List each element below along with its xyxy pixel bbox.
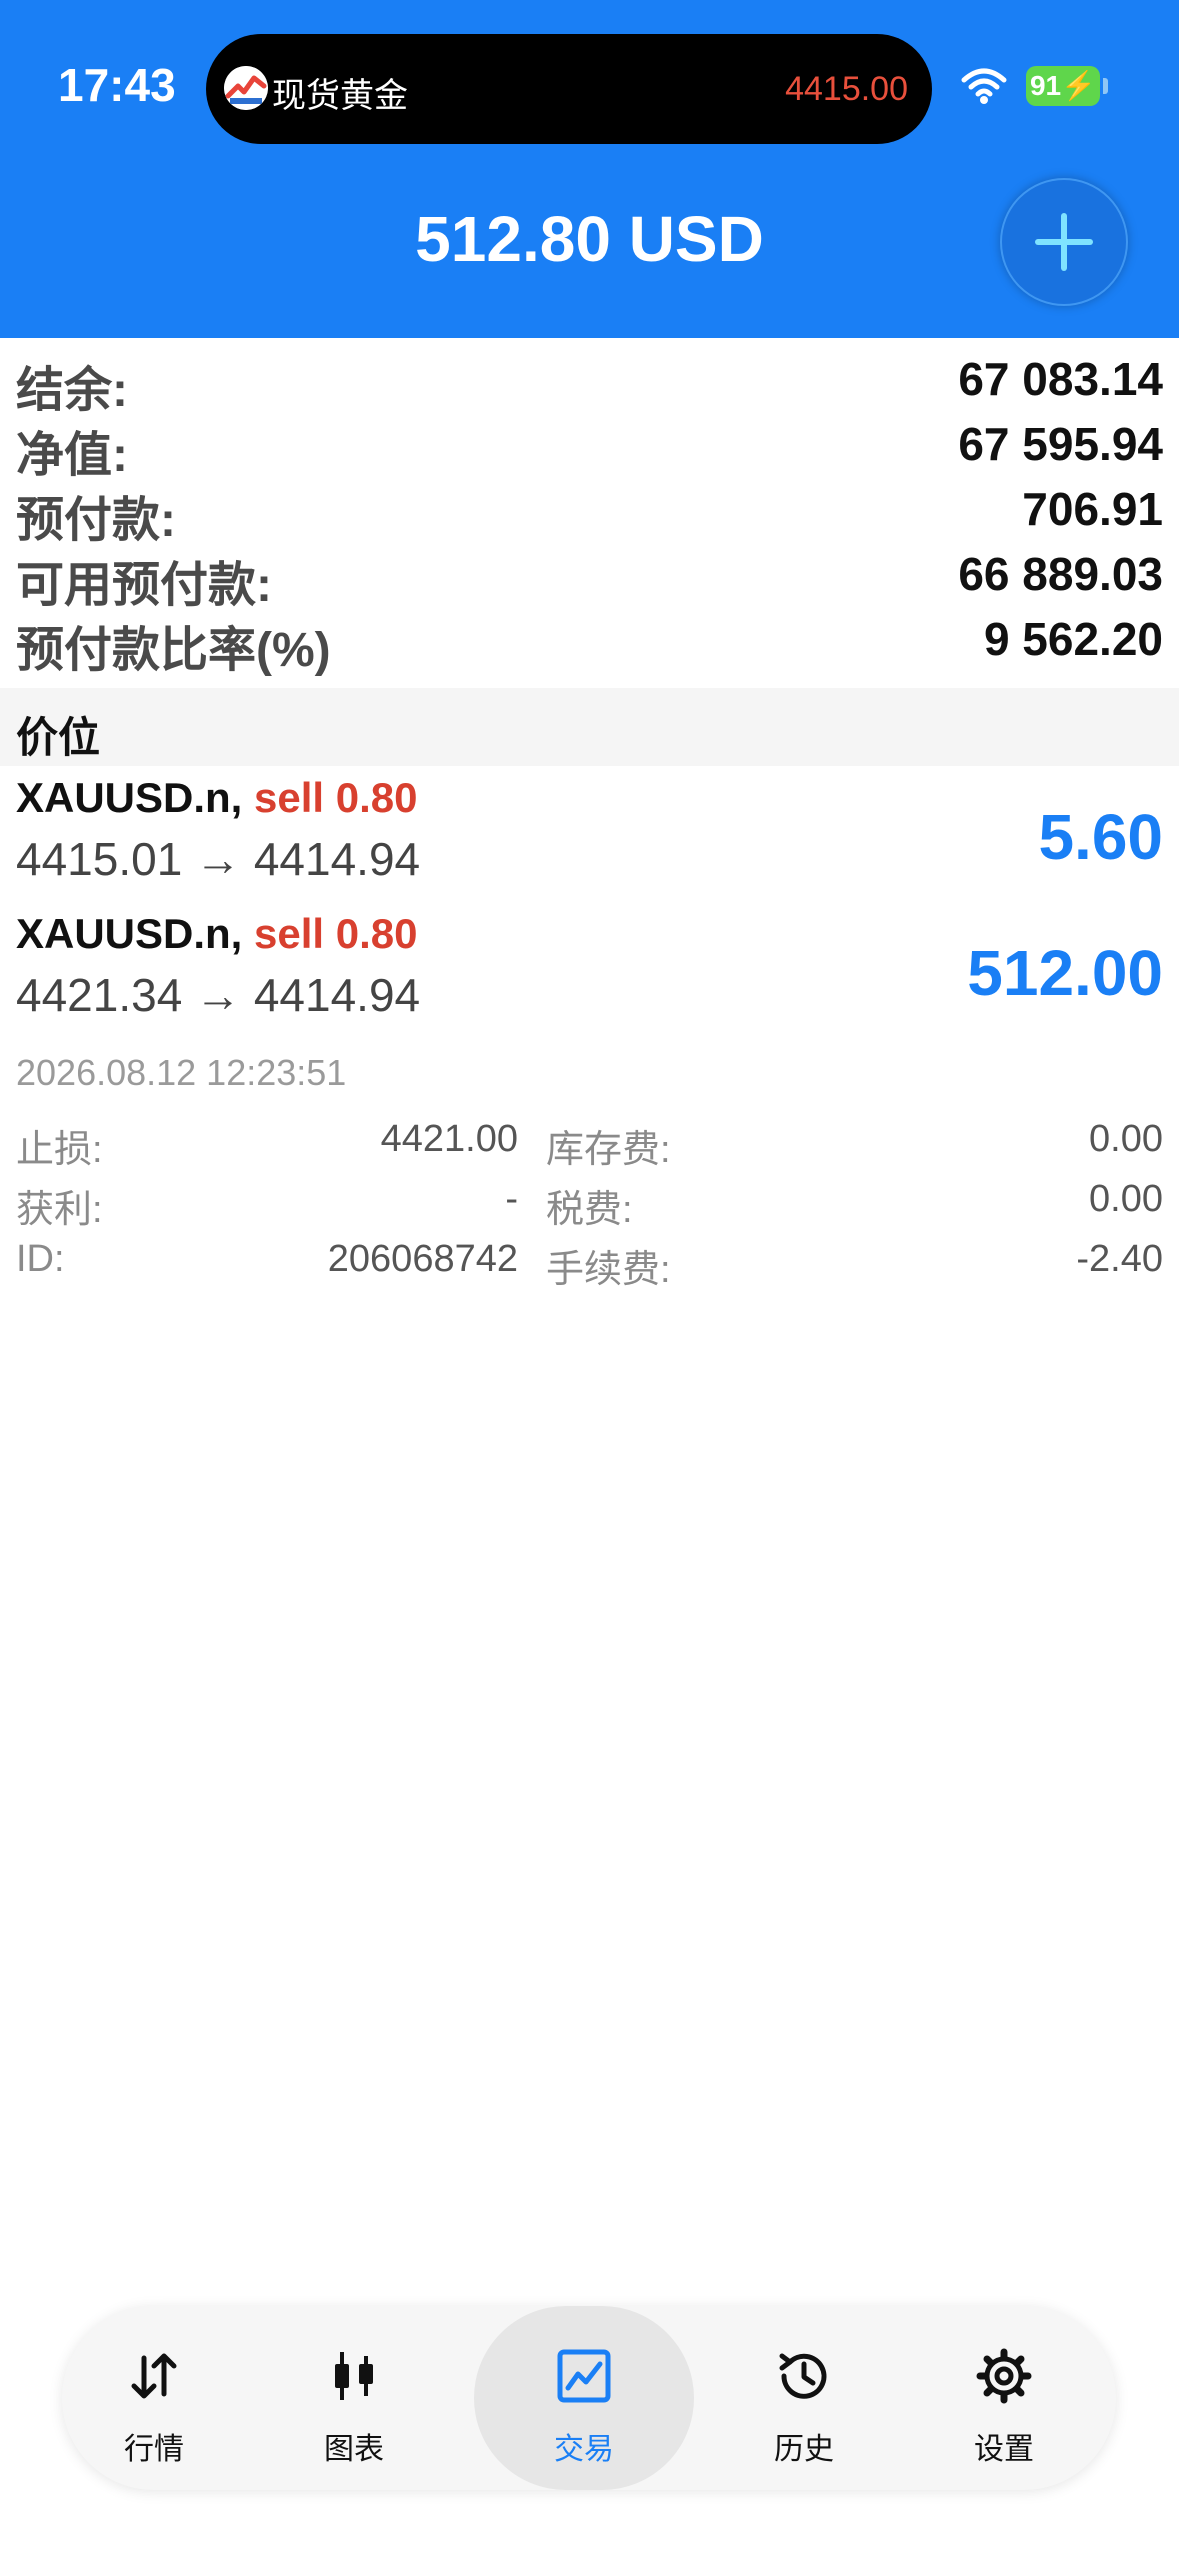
position-side: sell 0.80 [254, 774, 418, 821]
summary-value: 67 083.14 [958, 353, 1163, 405]
tab-label: 行情 [124, 2433, 184, 2466]
stop-loss-label: 止损: [16, 1129, 103, 1171]
tab-chart[interactable]: 图表 [264, 2306, 444, 2490]
position-open-time: 2026.08.12 12:23:51 [16, 1052, 347, 1093]
take-profit-value: - [505, 1178, 518, 1220]
tab-settings[interactable]: 设置 [914, 2306, 1094, 2490]
position-prices: 4415.01 → 4414.94 [16, 833, 421, 885]
swap-value: 0.00 [1089, 1118, 1163, 1160]
account-summary: 结余: 67 083.14 净值: 67 595.94 预付款: 706.91 … [0, 338, 1179, 677]
wifi-icon [960, 66, 1008, 106]
detail-row: 止损: 4421.00 库存费: 0.00 [0, 1118, 1179, 1178]
position-row[interactable]: XAUUSD.n, sell 0.80 4421.34 → 4414.94 51… [0, 908, 1179, 1042]
new-order-button[interactable] [1000, 178, 1128, 306]
take-profit-label: 获利: [16, 1189, 103, 1231]
live-activity-title: 现货黄金 [272, 77, 408, 115]
id-value: 206068742 [327, 1238, 518, 1280]
summary-label: 预付款比率(%) [16, 624, 331, 677]
summary-value: 9 562.20 [983, 613, 1163, 665]
tab-label: 历史 [774, 2433, 834, 2466]
position-prices: 4421.34 → 4414.94 [16, 969, 421, 1021]
position-side: sell 0.80 [254, 910, 418, 957]
tab-label: 交易 [554, 2433, 614, 2466]
section-title: 价位 [16, 714, 101, 761]
plus-icon [1035, 213, 1093, 271]
summary-value: 67 595.94 [958, 418, 1163, 470]
commission-label: 手续费: [546, 1249, 671, 1291]
summary-row-balance: 结余: 67 083.14 [0, 338, 1179, 417]
detail-row: ID: 206068742 手续费: -2.40 [0, 1238, 1179, 1298]
summary-row-free-margin: 可用预付款: 66 889.03 [0, 533, 1179, 612]
quotes-arrows-icon [131, 2353, 177, 2399]
gold-app-icon [224, 66, 268, 110]
bottom-tab-bar: 行情 图表 交易 历史 设置 [62, 2306, 1116, 2490]
charging-bolt-icon: ⚡ [1061, 70, 1097, 101]
summary-row-margin-level: 预付款比率(%) 9 562.20 [0, 598, 1179, 677]
position-row[interactable]: XAUUSD.n, sell 0.80 4415.01 → 4414.94 5.… [0, 772, 1179, 906]
status-time: 17:43 [58, 59, 176, 111]
candlestick-chart-icon [335, 2352, 373, 2400]
tab-label: 图表 [324, 2433, 384, 2466]
battery-tip [1103, 78, 1108, 94]
position-profit: 512.00 [967, 937, 1163, 1009]
battery-level: 91 [1029, 70, 1062, 101]
battery-indicator: 91⚡ [1026, 66, 1100, 106]
tab-label: 设置 [974, 2433, 1034, 2466]
trade-chart-icon [557, 2349, 611, 2403]
detail-row: 获利: - 税费: 0.00 [0, 1178, 1179, 1238]
settings-gear-icon [976, 2348, 1032, 2404]
tab-trade[interactable]: 交易 [474, 2306, 694, 2490]
stop-loss-value: 4421.00 [380, 1118, 518, 1160]
summary-row-margin: 预付款: 706.91 [0, 468, 1179, 547]
position-profit: 5.60 [1038, 801, 1163, 873]
summary-value: 706.91 [1022, 483, 1163, 535]
taxes-label: 税费: [546, 1189, 633, 1231]
live-activity-pill[interactable]: 现货黄金 4415.00 [206, 34, 932, 144]
history-clock-icon [779, 2353, 827, 2399]
taxes-value: 0.00 [1089, 1178, 1163, 1220]
summary-value: 66 889.03 [958, 548, 1163, 600]
summary-row-equity: 净值: 67 595.94 [0, 403, 1179, 482]
position-symbol: XAUUSD.n, [16, 910, 243, 957]
tab-history[interactable]: 历史 [714, 2306, 894, 2490]
live-activity-price: 4415.00 [785, 70, 908, 108]
tab-quotes[interactable]: 行情 [64, 2306, 244, 2490]
commission-value: -2.40 [1076, 1238, 1163, 1280]
position-symbol: XAUUSD.n, [16, 774, 243, 821]
id-label: ID: [16, 1238, 65, 1280]
header-bar: 17:43 现货黄金 4415.00 91⚡ 512.80 USD [0, 0, 1179, 338]
positions-section-header: 价位 [0, 688, 1179, 766]
swap-label: 库存费: [546, 1129, 671, 1171]
